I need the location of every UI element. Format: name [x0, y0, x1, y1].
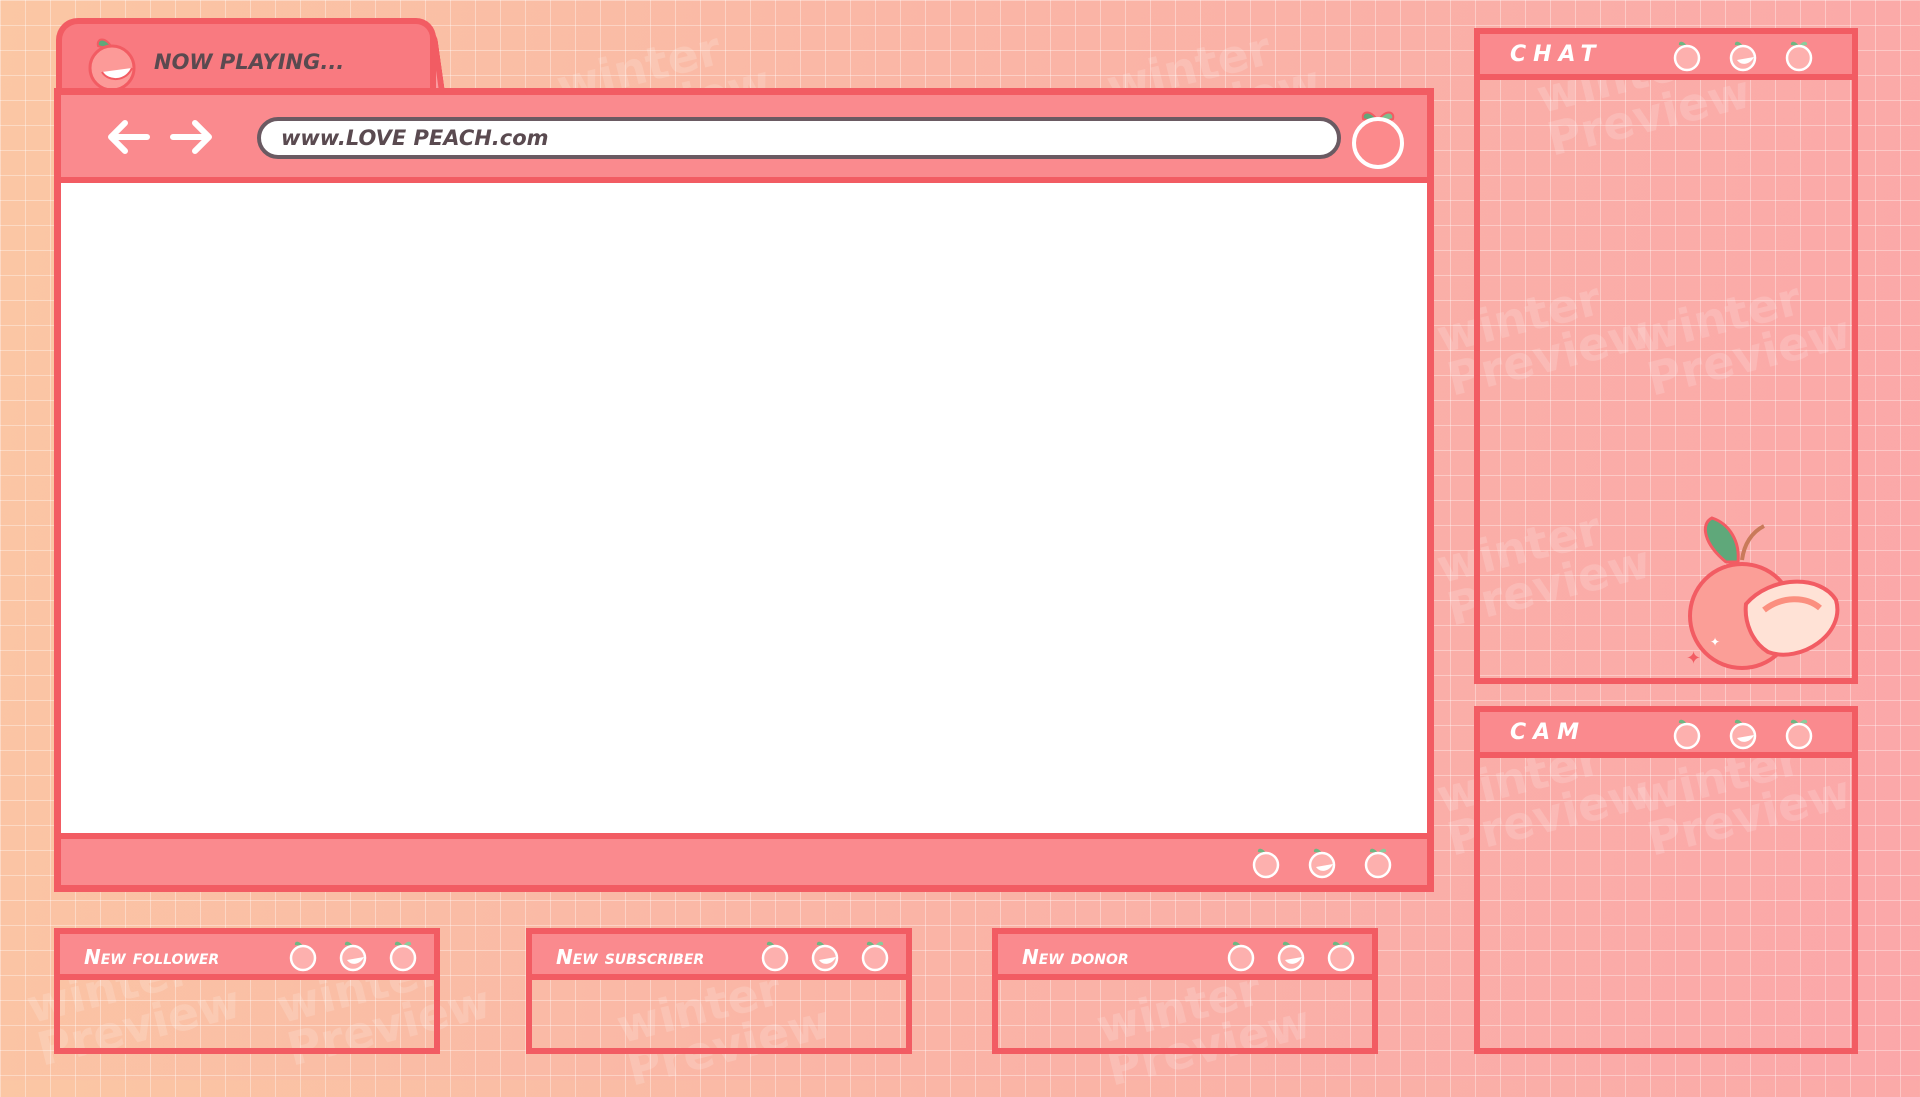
peach-icon: [861, 941, 889, 972]
new-follower-header: New follower: [60, 934, 434, 980]
peach-icon: [289, 941, 317, 972]
browser-status-bar: [61, 833, 1427, 885]
peach-icon: [88, 38, 136, 92]
browser-toolbar: [61, 95, 1427, 183]
browser-content-area: [61, 183, 1427, 839]
peach-icon: [1277, 941, 1305, 972]
peach-icon: [1308, 848, 1336, 879]
cam-title: CAM: [1510, 720, 1587, 745]
new-donor-header: New donor: [998, 934, 1372, 980]
arrow-left-icon[interactable]: [103, 117, 151, 157]
peach-icon[interactable]: [1347, 103, 1409, 169]
new-donor-panel: New donor: [992, 928, 1378, 1054]
svg-text:✦: ✦: [1686, 648, 1701, 669]
peach-icon: [1327, 941, 1355, 972]
peach-icon: [1785, 719, 1813, 750]
new-subscriber-header: New subscriber: [532, 934, 906, 980]
peach-icon: [389, 941, 417, 972]
peach-icon: [1252, 848, 1280, 879]
peach-icon: [339, 941, 367, 972]
browser-window: [54, 88, 1434, 892]
new-follower-panel: New follower: [54, 928, 440, 1054]
svg-text:✦: ✦: [1710, 635, 1720, 649]
cam-panel-header: CAM: [1480, 712, 1852, 758]
address-bar[interactable]: [257, 117, 1341, 159]
peach-icon: [1673, 719, 1701, 750]
peach-icon: [1729, 719, 1757, 750]
tab-label: NOW PLAYING...: [154, 50, 345, 74]
arrow-right-icon[interactable]: [169, 117, 217, 157]
peach-icon: [1673, 41, 1701, 72]
chat-title: CHAT: [1510, 42, 1603, 67]
url-input[interactable]: [261, 121, 1337, 155]
chat-panel-header: CHAT: [1480, 34, 1852, 80]
peach-icon: [1227, 941, 1255, 972]
peach-icon: [811, 941, 839, 972]
new-follower-title: New follower: [84, 945, 220, 969]
new-donor-title: New donor: [1022, 945, 1129, 969]
peach-icon: [1729, 41, 1757, 72]
peach-illustration-icon: ✦ ✦: [1686, 516, 1840, 670]
chat-panel: CHAT ✦ ✦: [1474, 28, 1858, 684]
cam-panel: CAM: [1474, 706, 1858, 1054]
peach-icon: [1785, 41, 1813, 72]
new-subscriber-title: New subscriber: [556, 945, 705, 969]
peach-icon: [1364, 848, 1392, 879]
new-subscriber-panel: New subscriber: [526, 928, 912, 1054]
peach-icon: [761, 941, 789, 972]
